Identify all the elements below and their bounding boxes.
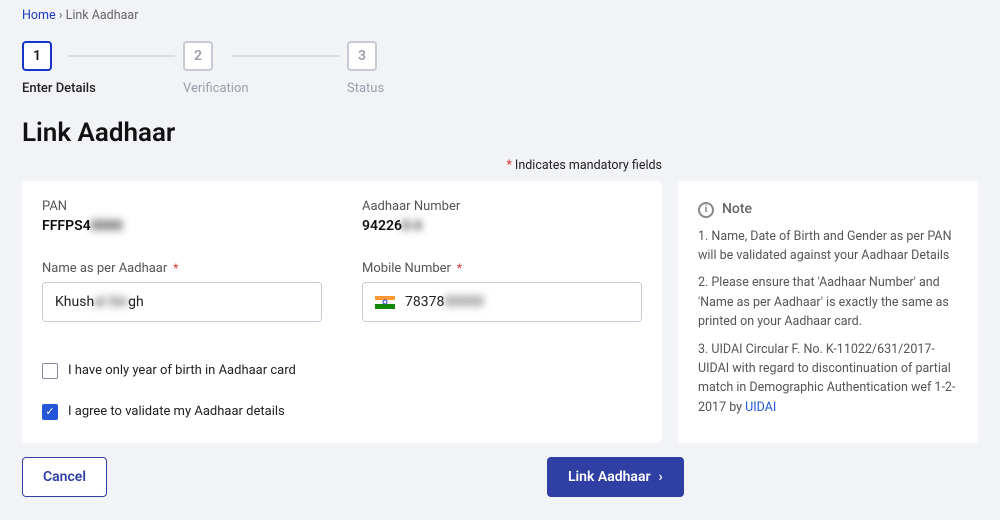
stepper: 1 Enter Details 2 Verification 3 Status [0,31,1000,96]
note-p3: 3. UIDAI Circular F. No. K-11022/631/201… [698,340,958,418]
pan-label: PAN [42,199,322,214]
pan-field: PAN FFFPS40000 [42,199,322,245]
info-icon: i [698,202,714,218]
checkbox-agree[interactable]: ✓ I agree to validate my Aadhaar details [42,398,642,425]
breadcrumb-separator: › [59,8,66,23]
mobile-input-wrapper[interactable]: 7837800000 [362,282,642,322]
aadhaar-masked: 0 4 [402,218,421,234]
note-p1: 1. Name, Date of Birth and Gender as per… [698,227,958,266]
step-3: 3 Status [347,41,518,96]
checkbox-checked-icon[interactable]: ✓ [42,404,58,420]
pan-value: FFFPS40000 [42,218,322,234]
step-1-box: 1 [22,41,52,71]
chevron-right-icon: › [659,469,663,485]
note-card: i Note 1. Name, Date of Birth and Gender… [678,181,978,443]
asterisk-icon: * [454,261,462,275]
step-3-label: Status [347,81,384,96]
step-2: 2 Verification [183,41,354,96]
mobile-label: Mobile Number * [362,261,642,276]
aadhaar-label: Aadhaar Number [362,199,642,214]
checkbox-yob-label: I have only year of birth in Aadhaar car… [68,363,296,378]
note-title: Note [722,199,752,221]
actions-row: Cancel Link Aadhaar › [0,443,1000,497]
step-line-1 [68,55,175,57]
india-flag-icon [375,296,395,309]
cancel-button[interactable]: Cancel [22,457,107,497]
form-card: PAN FFFPS40000 Aadhaar Number 942260 4 N… [22,181,662,443]
step-2-box: 2 [183,41,213,71]
note-header: i Note [698,199,958,221]
mandatory-fields-note: * Indicates mandatory fields [0,152,684,181]
note-p2: 2. Please ensure that 'Aadhaar Number' a… [698,273,958,331]
breadcrumb-current: Link Aadhaar [66,8,139,23]
step-2-label: Verification [183,81,249,96]
pan-masked: 0000 [91,218,123,234]
step-1-label: Enter Details [22,81,96,96]
step-3-box: 3 [347,41,377,71]
name-label: Name as per Aadhaar * [42,261,322,276]
step-1: 1 Enter Details [22,41,193,96]
asterisk-icon: * [506,158,514,173]
mobile-field-group: Mobile Number * 7837800000 [362,261,642,333]
checkbox-unchecked-icon[interactable] [42,363,58,379]
asterisk-icon: * [170,261,178,275]
aadhaar-value: 942260 4 [362,218,642,234]
breadcrumb-home-link[interactable]: Home [22,8,56,23]
name-field-group: Name as per Aadhaar * Khushal Singh [42,261,322,333]
mobile-masked: 00000 [444,294,483,310]
page-title: Link Aadhaar [0,96,1000,152]
step-line-2 [232,55,339,57]
uidai-link[interactable]: UIDAI [745,400,776,415]
checkbox-yob-only[interactable]: I have only year of birth in Aadhaar car… [42,357,642,384]
name-input-wrapper[interactable]: Khushal Singh [42,282,322,322]
name-masked: al Sin [94,294,128,310]
breadcrumb: Home › Link Aadhaar [0,0,1000,31]
aadhaar-field: Aadhaar Number 942260 4 [362,199,642,245]
checkbox-agree-label: I agree to validate my Aadhaar details [68,404,285,419]
link-aadhaar-button[interactable]: Link Aadhaar › [547,457,684,497]
